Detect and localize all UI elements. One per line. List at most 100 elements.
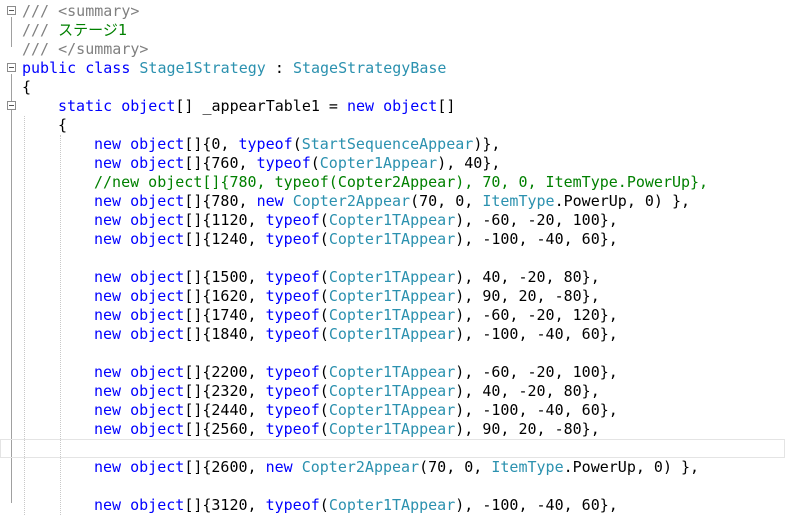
code-token: []{2560, bbox=[184, 420, 266, 438]
code-token: ), 90, 20, -80}, bbox=[455, 420, 600, 438]
code-token: new bbox=[94, 496, 122, 514]
code-token: new bbox=[265, 458, 293, 476]
collapse-icon[interactable] bbox=[7, 6, 16, 15]
code-line[interactable]: new object[]{2600, new Copter2Appear(70,… bbox=[0, 458, 785, 477]
code-line[interactable]: new object[]{1240, typeof(Copter1TAppear… bbox=[0, 230, 785, 249]
code-token: new bbox=[94, 420, 122, 438]
code-token: object bbox=[130, 135, 185, 153]
code-token: Copter1TAppear bbox=[328, 496, 456, 514]
code-token: ( bbox=[310, 154, 320, 172]
code-token: []{1740, bbox=[184, 306, 266, 324]
code-line[interactable] bbox=[0, 477, 785, 496]
code-line[interactable] bbox=[0, 249, 785, 268]
code-token: object bbox=[130, 420, 185, 438]
code-token: typeof bbox=[265, 268, 320, 286]
code-text: new object[]{2600, new Copter2Appear(70,… bbox=[94, 458, 699, 477]
code-token: StartSequenceAppear bbox=[301, 135, 474, 153]
code-token: typeof bbox=[265, 382, 320, 400]
code-token: { bbox=[22, 78, 32, 96]
code-line[interactable]: /// <summary> bbox=[0, 2, 785, 21]
code-token: public bbox=[22, 59, 77, 77]
code-line[interactable]: new object[]{2200, typeof(Copter1TAppear… bbox=[0, 363, 785, 382]
code-token: typeof bbox=[265, 230, 320, 248]
code-token: [] _appearTable1 = bbox=[175, 97, 347, 115]
code-line[interactable]: { bbox=[0, 116, 785, 135]
code-token: []{1840, bbox=[184, 325, 266, 343]
code-text: { bbox=[58, 116, 67, 135]
code-line[interactable]: new object[]{780, new Copter2Appear(70, … bbox=[0, 192, 785, 211]
code-token: ( bbox=[319, 382, 329, 400]
code-token: object bbox=[130, 382, 185, 400]
code-token: object bbox=[130, 211, 185, 229]
code-text: new object[]{780, new Copter2Appear(70, … bbox=[94, 192, 690, 211]
code-line[interactable]: new object[]{1120, typeof(Copter1TAppear… bbox=[0, 211, 785, 230]
code-token: ( bbox=[319, 211, 329, 229]
code-line[interactable]: static object[] _appearTable1 = new obje… bbox=[0, 97, 785, 116]
code-editor[interactable]: /// <summary>/// ステージ1/// </summary> publ… bbox=[0, 0, 785, 515]
code-token: ItemType bbox=[491, 458, 564, 476]
code-token: ( bbox=[319, 325, 329, 343]
code-token: Stage1Strategy bbox=[139, 59, 266, 77]
code-line[interactable]: new object[]{1840, typeof(Copter1TAppear… bbox=[0, 325, 785, 344]
code-line[interactable] bbox=[0, 344, 785, 363]
code-token: new bbox=[94, 382, 122, 400]
code-token: ItemType bbox=[482, 192, 555, 210]
code-token: ), -100, -40, 60}, bbox=[455, 496, 618, 514]
code-token: object bbox=[130, 363, 185, 381]
code-line[interactable]: //new object[]{780, typeof(Copter2Appear… bbox=[0, 173, 785, 192]
code-token: []{2600, bbox=[184, 458, 266, 476]
code-token: new bbox=[256, 192, 284, 210]
code-text: new object[]{1500, typeof(Copter1TAppear… bbox=[94, 268, 600, 287]
code-token: Copter1Appear bbox=[319, 154, 438, 172]
code-line[interactable]: { bbox=[0, 78, 785, 97]
code-line[interactable]: new object[]{2560, typeof(Copter1TAppear… bbox=[0, 420, 785, 439]
current-line[interactable] bbox=[0, 439, 785, 458]
code-token: typeof bbox=[265, 287, 320, 305]
collapse-icon[interactable] bbox=[7, 63, 16, 72]
code-token: Copter1TAppear bbox=[328, 363, 456, 381]
code-text: new object[]{2560, typeof(Copter1TAppear… bbox=[94, 420, 600, 439]
code-text: new object[]{1120, typeof(Copter1TAppear… bbox=[94, 211, 618, 230]
code-token: []{2440, bbox=[184, 401, 266, 419]
code-text: new object[]{1740, typeof(Copter1TAppear… bbox=[94, 306, 618, 325]
code-token: { bbox=[58, 116, 68, 134]
code-line[interactable]: public class Stage1Strategy : StageStrat… bbox=[0, 59, 785, 78]
code-token: ( bbox=[319, 420, 329, 438]
code-text: //new object[]{780, typeof(Copter2Appear… bbox=[94, 173, 708, 192]
code-line[interactable]: new object[]{2320, typeof(Copter1TAppear… bbox=[0, 382, 785, 401]
collapse-icon[interactable] bbox=[7, 101, 16, 110]
code-token: /// <summary> bbox=[22, 2, 140, 20]
code-line[interactable]: new object[]{1500, typeof(Copter1TAppear… bbox=[0, 268, 785, 287]
code-line[interactable]: new object[]{1620, typeof(Copter1TAppear… bbox=[0, 287, 785, 306]
code-token: typeof bbox=[238, 135, 293, 153]
code-token: typeof bbox=[265, 496, 320, 514]
code-token: ), 40, -20, 80}, bbox=[455, 382, 600, 400]
code-line[interactable]: new object[]{1740, typeof(Copter1TAppear… bbox=[0, 306, 785, 325]
code-line[interactable]: /// ステージ1 bbox=[0, 21, 785, 40]
code-token: new bbox=[347, 97, 375, 115]
code-token: new bbox=[94, 306, 122, 324]
code-token: ( bbox=[319, 268, 329, 286]
code-token: ( bbox=[319, 306, 329, 324]
code-text: new object[]{2200, typeof(Copter1TAppear… bbox=[94, 363, 618, 382]
code-token: ), 40}, bbox=[437, 154, 501, 172]
code-token: Copter1TAppear bbox=[328, 211, 456, 229]
code-line[interactable]: new object[]{760, typeof(Copter1Appear),… bbox=[0, 154, 785, 173]
code-line[interactable]: new object[]{0, typeof(StartSequenceAppe… bbox=[0, 135, 785, 154]
code-token: Copter2Appear bbox=[292, 192, 411, 210]
code-token: new bbox=[94, 154, 122, 172]
code-token: ), -60, -20, 120}, bbox=[455, 306, 618, 324]
code-token: /// bbox=[22, 21, 59, 39]
code-line[interactable]: new object[]{2440, typeof(Copter1TAppear… bbox=[0, 401, 785, 420]
code-token: [] bbox=[437, 97, 456, 115]
code-line[interactable]: /// </summary> bbox=[0, 40, 785, 59]
code-token: ), -100, -40, 60}, bbox=[455, 401, 618, 419]
